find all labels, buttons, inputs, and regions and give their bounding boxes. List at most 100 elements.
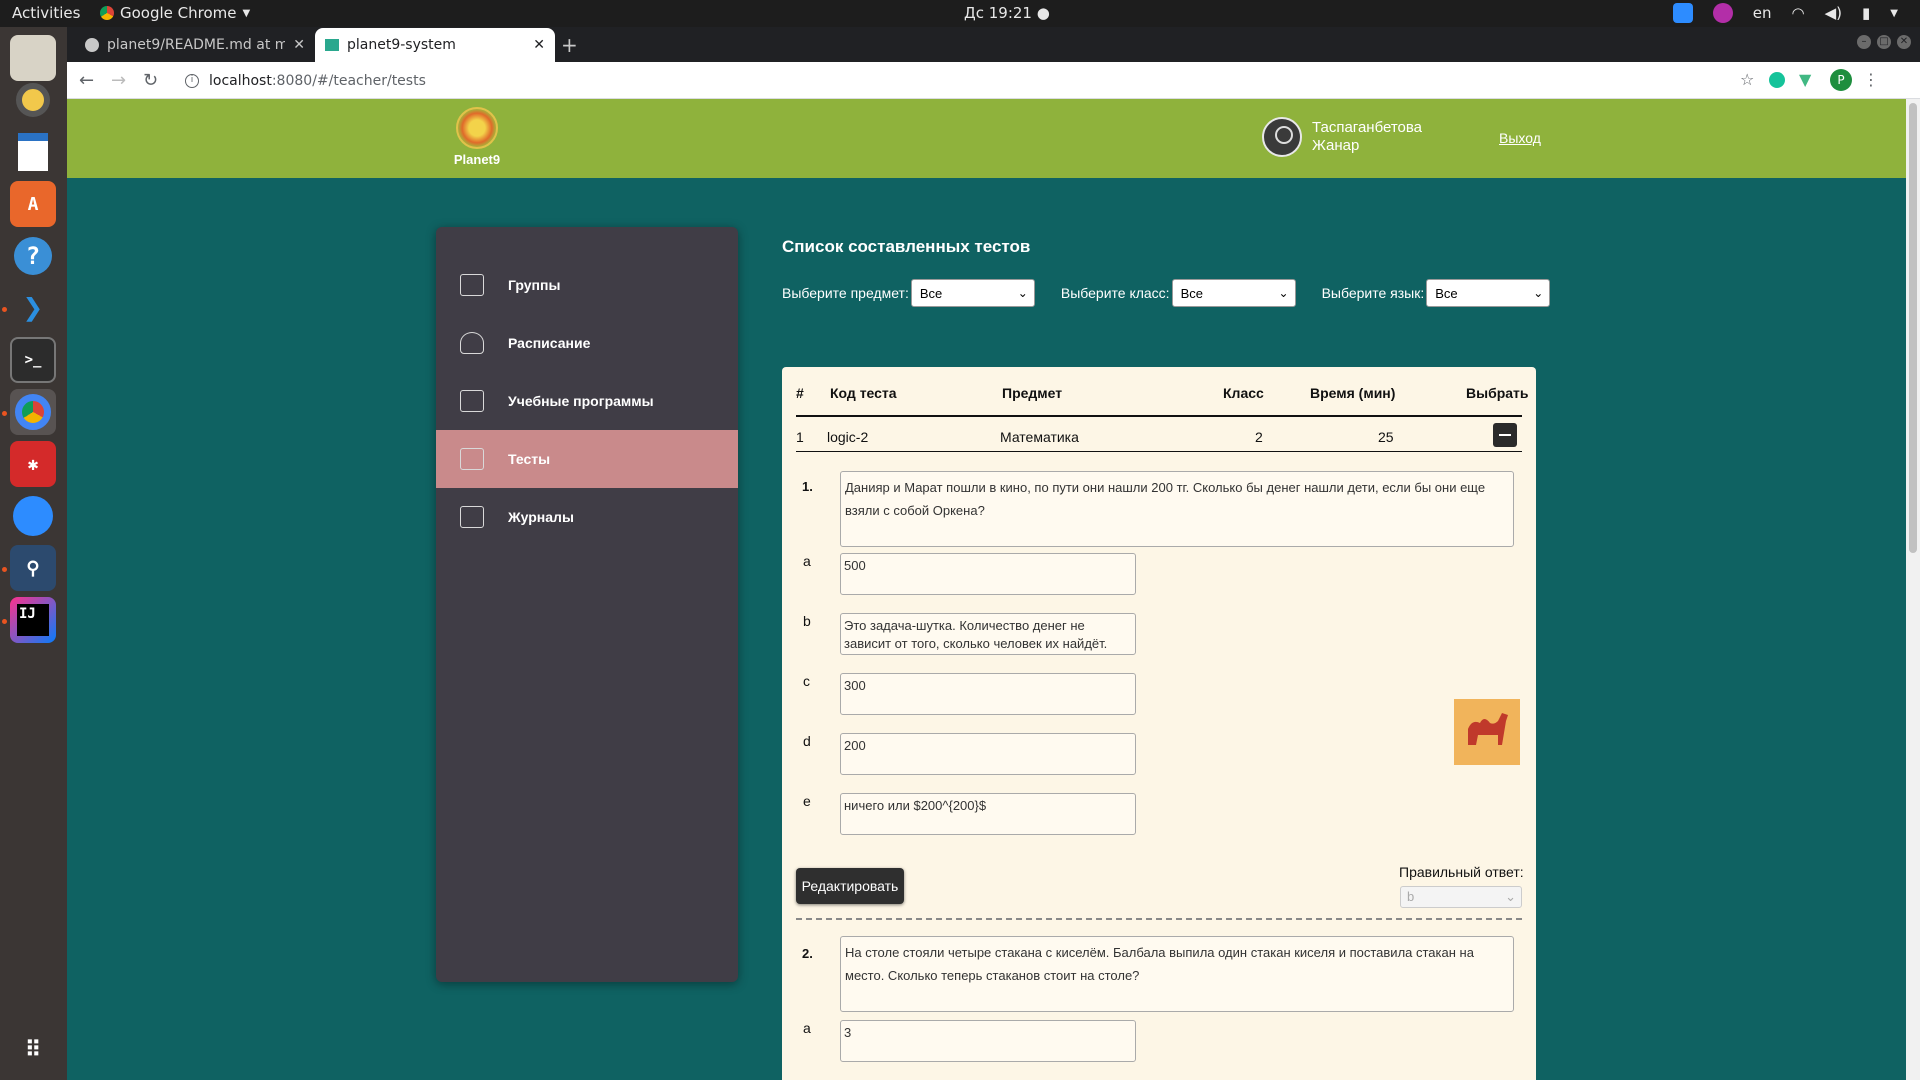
- option-field[interactable]: ничего или $200^{200}$: [840, 793, 1136, 835]
- chevron-down-icon: ⌄: [1505, 889, 1516, 904]
- show-applications-icon[interactable]: ⠿: [10, 1027, 56, 1073]
- collapse-button[interactable]: [1493, 423, 1517, 447]
- battery-icon[interactable]: ▮: [1862, 4, 1870, 22]
- user-firstname: Жанар: [1312, 137, 1360, 154]
- software-center-icon[interactable]: A: [10, 181, 56, 227]
- forward-button[interactable]: →: [111, 70, 126, 91]
- col-header-num: #: [796, 385, 804, 401]
- subject-filter-label: Выберите предмет:: [782, 285, 909, 301]
- question-text-field[interactable]: Данияр и Марат пошли в кино, по пути они…: [840, 471, 1514, 547]
- rhythmbox-icon[interactable]: [10, 77, 56, 123]
- language-select[interactable]: Все ⌄: [1426, 279, 1551, 307]
- new-tab-button[interactable]: +: [561, 33, 578, 57]
- zoom-tray-icon[interactable]: [1672, 3, 1693, 23]
- tab-planet9-system[interactable]: planet9-system ✕: [315, 28, 555, 62]
- intellij-icon[interactable]: IJ: [10, 597, 56, 643]
- scrollbar-thumb[interactable]: [1909, 103, 1917, 553]
- option-letter: e: [803, 793, 811, 809]
- edit-button[interactable]: Редактировать: [796, 868, 904, 904]
- bookmark-star-icon[interactable]: ☆: [1740, 70, 1754, 89]
- question-divider: [796, 918, 1522, 920]
- correct-answer-label: Правильный ответ:: [1399, 864, 1524, 880]
- close-icon[interactable]: ✕: [533, 37, 545, 53]
- dock: A ? ❯ >_ ✱ ⚲ IJ ⠿: [0, 27, 67, 1080]
- grade-select[interactable]: Все ⌄: [1171, 279, 1296, 307]
- back-button[interactable]: ←: [79, 70, 94, 91]
- minimize-button[interactable]: –: [1857, 35, 1871, 49]
- clock[interactable]: Дс 19:21 ●: [964, 4, 1050, 22]
- zoom-icon[interactable]: [10, 493, 56, 539]
- chevron-down-icon: ▼: [242, 7, 251, 19]
- site-header: Planet9 Таспаганбетова Жанар Выход: [67, 99, 1906, 178]
- option-field[interactable]: 300: [840, 673, 1136, 715]
- files-icon[interactable]: [10, 35, 56, 81]
- page-scrollbar[interactable]: [1906, 99, 1920, 1080]
- table-header-divider: [796, 415, 1522, 417]
- question-image: [1454, 699, 1520, 765]
- tests-icon: [460, 448, 484, 470]
- site-logo[interactable]: Planet9: [442, 107, 512, 167]
- profile-avatar[interactable]: P: [1830, 69, 1852, 91]
- user-name: Таспаганбетова Жанар: [1312, 119, 1422, 155]
- maximize-button[interactable]: □: [1877, 35, 1891, 49]
- help-icon[interactable]: ?: [10, 233, 56, 279]
- sidebar-item-journals[interactable]: Журналы: [436, 488, 738, 546]
- firefox-tray-icon[interactable]: [1712, 3, 1733, 23]
- system-tray[interactable]: en ◠ ◀) ▮ ▼: [1672, 3, 1898, 23]
- option-field[interactable]: Это задача-шутка. Количество денег не за…: [840, 613, 1136, 655]
- volume-icon[interactable]: ◀): [1825, 4, 1842, 22]
- vscode-icon[interactable]: ❯: [10, 285, 56, 331]
- sidebar: Группы Расписание Учебные программы Тест…: [436, 227, 738, 982]
- running-indicator: [2, 307, 7, 312]
- grade-filter-label: Выберите класс:: [1060, 285, 1170, 301]
- app-menu[interactable]: Google Chrome ▼: [100, 4, 250, 22]
- option-letter: a: [803, 553, 811, 569]
- language-indicator[interactable]: en: [1753, 4, 1772, 22]
- wifi-icon[interactable]: ◠: [1792, 4, 1805, 22]
- menu-icon[interactable]: ⋮: [1863, 70, 1879, 89]
- journal-icon: [460, 506, 484, 528]
- planet9-favicon-icon: [325, 39, 339, 51]
- vue-devtools-icon[interactable]: ▼: [1799, 70, 1811, 89]
- correct-answer-select[interactable]: b ⌄: [1400, 886, 1522, 908]
- close-window-button[interactable]: ✕: [1897, 35, 1911, 49]
- page-viewport: Planet9 Таспаганбетова Жанар Выход Групп…: [67, 99, 1920, 1080]
- col-header-subject: Предмет: [1002, 385, 1063, 401]
- row-time: 25: [1378, 429, 1394, 445]
- subject-select[interactable]: Все ⌄: [910, 279, 1035, 307]
- tab-title: planet9-system: [347, 37, 456, 53]
- activities-button[interactable]: Activities: [12, 4, 80, 22]
- correct-answer-value: b: [1407, 889, 1415, 904]
- logout-link[interactable]: Выход: [1499, 130, 1541, 146]
- info-icon[interactable]: i: [185, 73, 199, 88]
- terminal-icon[interactable]: >_: [10, 337, 56, 383]
- question-text-field[interactable]: На столе стояли четыре стакана с киселём…: [840, 936, 1514, 1012]
- mathematica-icon[interactable]: ✱: [10, 441, 56, 487]
- language-filter-label: Выберите язык:: [1321, 285, 1425, 301]
- close-icon[interactable]: ✕: [293, 37, 305, 53]
- option-field[interactable]: 200: [840, 733, 1136, 775]
- url-host: localhost: [209, 72, 272, 89]
- mysql-workbench-icon[interactable]: ⚲: [10, 545, 56, 591]
- sidebar-item-schedule[interactable]: Расписание: [436, 314, 738, 372]
- sidebar-item-groups[interactable]: Группы: [436, 256, 738, 314]
- reload-button[interactable]: ↻: [143, 70, 158, 91]
- sidebar-item-curriculum[interactable]: Учебные программы: [436, 372, 738, 430]
- question-number: 2.: [802, 946, 813, 961]
- row-subject: Математика: [1000, 429, 1079, 445]
- planet9-logo-icon: [456, 107, 498, 149]
- writer-icon[interactable]: [10, 129, 56, 175]
- option-field[interactable]: 500: [840, 553, 1136, 595]
- option-letter: b: [803, 613, 811, 629]
- filter-bar: Выберите предмет: Все ⌄ Выберите класс: …: [782, 279, 1551, 307]
- grammarly-icon[interactable]: [1769, 72, 1785, 88]
- tab-github[interactable]: planet9/README.md at m ✕: [75, 28, 315, 62]
- chevron-down-icon[interactable]: ▼: [1890, 8, 1898, 19]
- page-title: Список составленных тестов: [782, 237, 1031, 256]
- option-field[interactable]: 3: [840, 1020, 1136, 1062]
- address-bar[interactable]: i localhost :8080/#/teacher/tests: [177, 66, 1867, 95]
- chrome-dock-icon[interactable]: [10, 389, 56, 435]
- col-header-code: Код теста: [830, 385, 897, 401]
- tests-table-panel: # Код теста Предмет Класс Время (мин) Вы…: [782, 367, 1536, 1080]
- sidebar-item-tests[interactable]: Тесты: [436, 430, 738, 488]
